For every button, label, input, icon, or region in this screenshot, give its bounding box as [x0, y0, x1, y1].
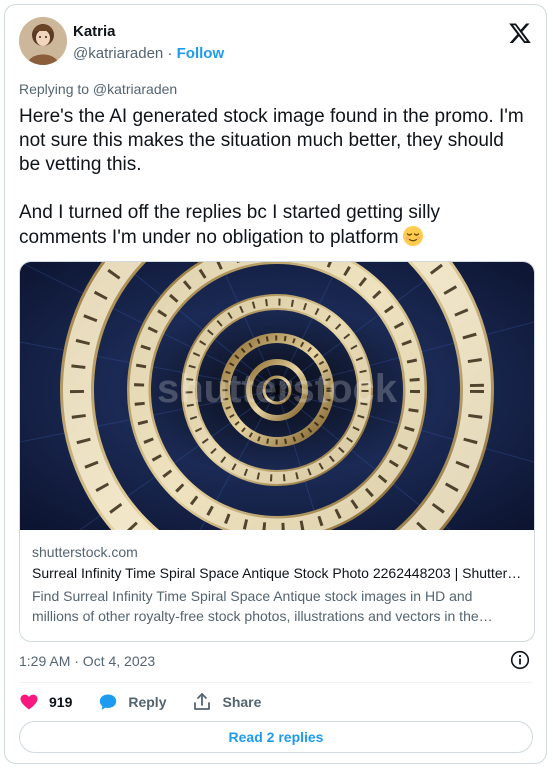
timestamp[interactable]: 1:29 AM · Oct 4, 2023 [19, 653, 155, 669]
action-bar: 919 Reply Share [19, 691, 287, 713]
share-icon [194, 693, 211, 710]
reply-bubble-icon [100, 694, 117, 710]
divider [19, 682, 532, 683]
follow-button[interactable]: Follow [177, 45, 225, 62]
handle-row: @katriaraden · Follow [73, 45, 224, 62]
like-count: 919 [49, 694, 73, 710]
link-preview-image[interactable]: shutterstock [20, 262, 534, 530]
relieved-face-emoji [402, 226, 423, 246]
info-icon[interactable] [510, 650, 530, 670]
link-title: Surreal Infinity Time Spiral Space Antiq… [32, 565, 522, 581]
avatar[interactable] [19, 17, 67, 65]
replying-to[interactable]: Replying to @katriaraden [19, 81, 177, 97]
link-description: Find Surreal Infinity Time Spiral Space … [32, 588, 479, 624]
link-domain: shutterstock.com [32, 544, 138, 560]
share-label: Share [222, 694, 262, 710]
link-meta: shutterstock.com Surreal Infinity Time S… [32, 544, 522, 626]
display-name[interactable]: Katria [73, 23, 116, 40]
tweet-card: Katria @katriaraden · Follow Replying to… [4, 4, 547, 764]
x-logo-icon[interactable] [508, 21, 532, 45]
tweet-text: Here's the AI generated stock image foun… [19, 105, 529, 250]
handle[interactable]: @katriaraden [73, 45, 163, 62]
reply-button[interactable]: Reply [98, 692, 166, 712]
share-button[interactable]: Share [192, 692, 261, 712]
separator: · [167, 45, 173, 62]
like-button[interactable]: 919 [19, 692, 72, 712]
watermark: shutterstock [157, 367, 398, 411]
link-card[interactable]: shutterstock shutterstock.com Surreal In… [19, 261, 535, 642]
read-replies-button[interactable]: Read 2 replies [19, 721, 533, 753]
reply-label: Reply [128, 694, 167, 710]
heart-icon [20, 694, 38, 710]
tweet-body: Here's the AI generated stock image foun… [19, 106, 524, 248]
